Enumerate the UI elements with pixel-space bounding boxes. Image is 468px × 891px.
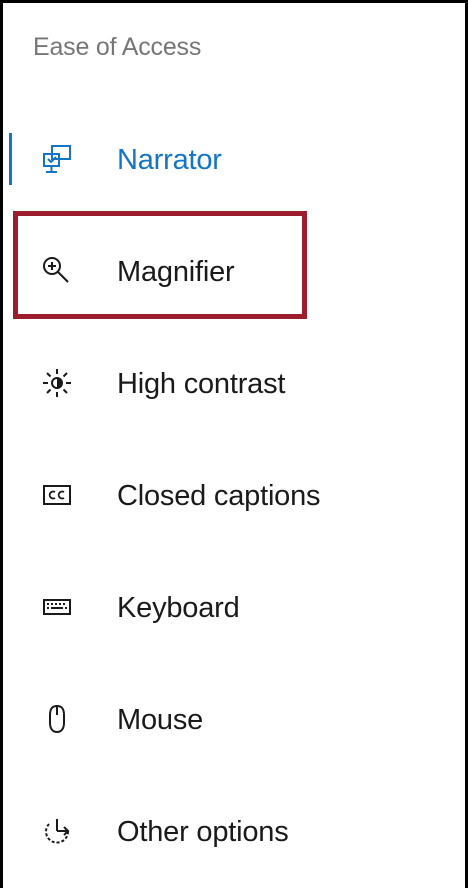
nav-item-label: Magnifier (117, 256, 235, 288)
nav-item-label: High contrast (117, 368, 286, 400)
section-title: Ease of Access (33, 33, 202, 61)
narrator-icon (41, 143, 73, 175)
nav-item-label: Closed captions (117, 480, 321, 512)
high-contrast-icon (41, 367, 73, 399)
nav-item-other-options[interactable]: Other options (3, 779, 465, 891)
nav-item-high-contrast[interactable]: High contrast (3, 331, 465, 443)
other-options-icon (41, 815, 73, 847)
nav-list: Narrator Magnifier High contrast Closed … (3, 107, 465, 891)
nav-item-mouse[interactable]: Mouse (3, 667, 465, 779)
nav-item-magnifier[interactable]: Magnifier (3, 219, 465, 331)
closed-captions-icon (41, 479, 73, 511)
keyboard-icon (41, 591, 73, 623)
settings-nav-pane: Ease of Access Narrator Magnifier High c… (3, 3, 465, 888)
nav-item-narrator[interactable]: Narrator (3, 107, 465, 219)
magnifier-icon (41, 255, 73, 287)
selection-indicator (9, 133, 12, 185)
nav-item-label: Mouse (117, 704, 204, 736)
nav-item-label: Narrator (117, 144, 222, 176)
nav-item-label: Keyboard (117, 592, 240, 624)
mouse-icon (41, 703, 73, 735)
nav-item-label: Other options (117, 816, 289, 848)
nav-item-closed-captions[interactable]: Closed captions (3, 443, 465, 555)
nav-item-keyboard[interactable]: Keyboard (3, 555, 465, 667)
